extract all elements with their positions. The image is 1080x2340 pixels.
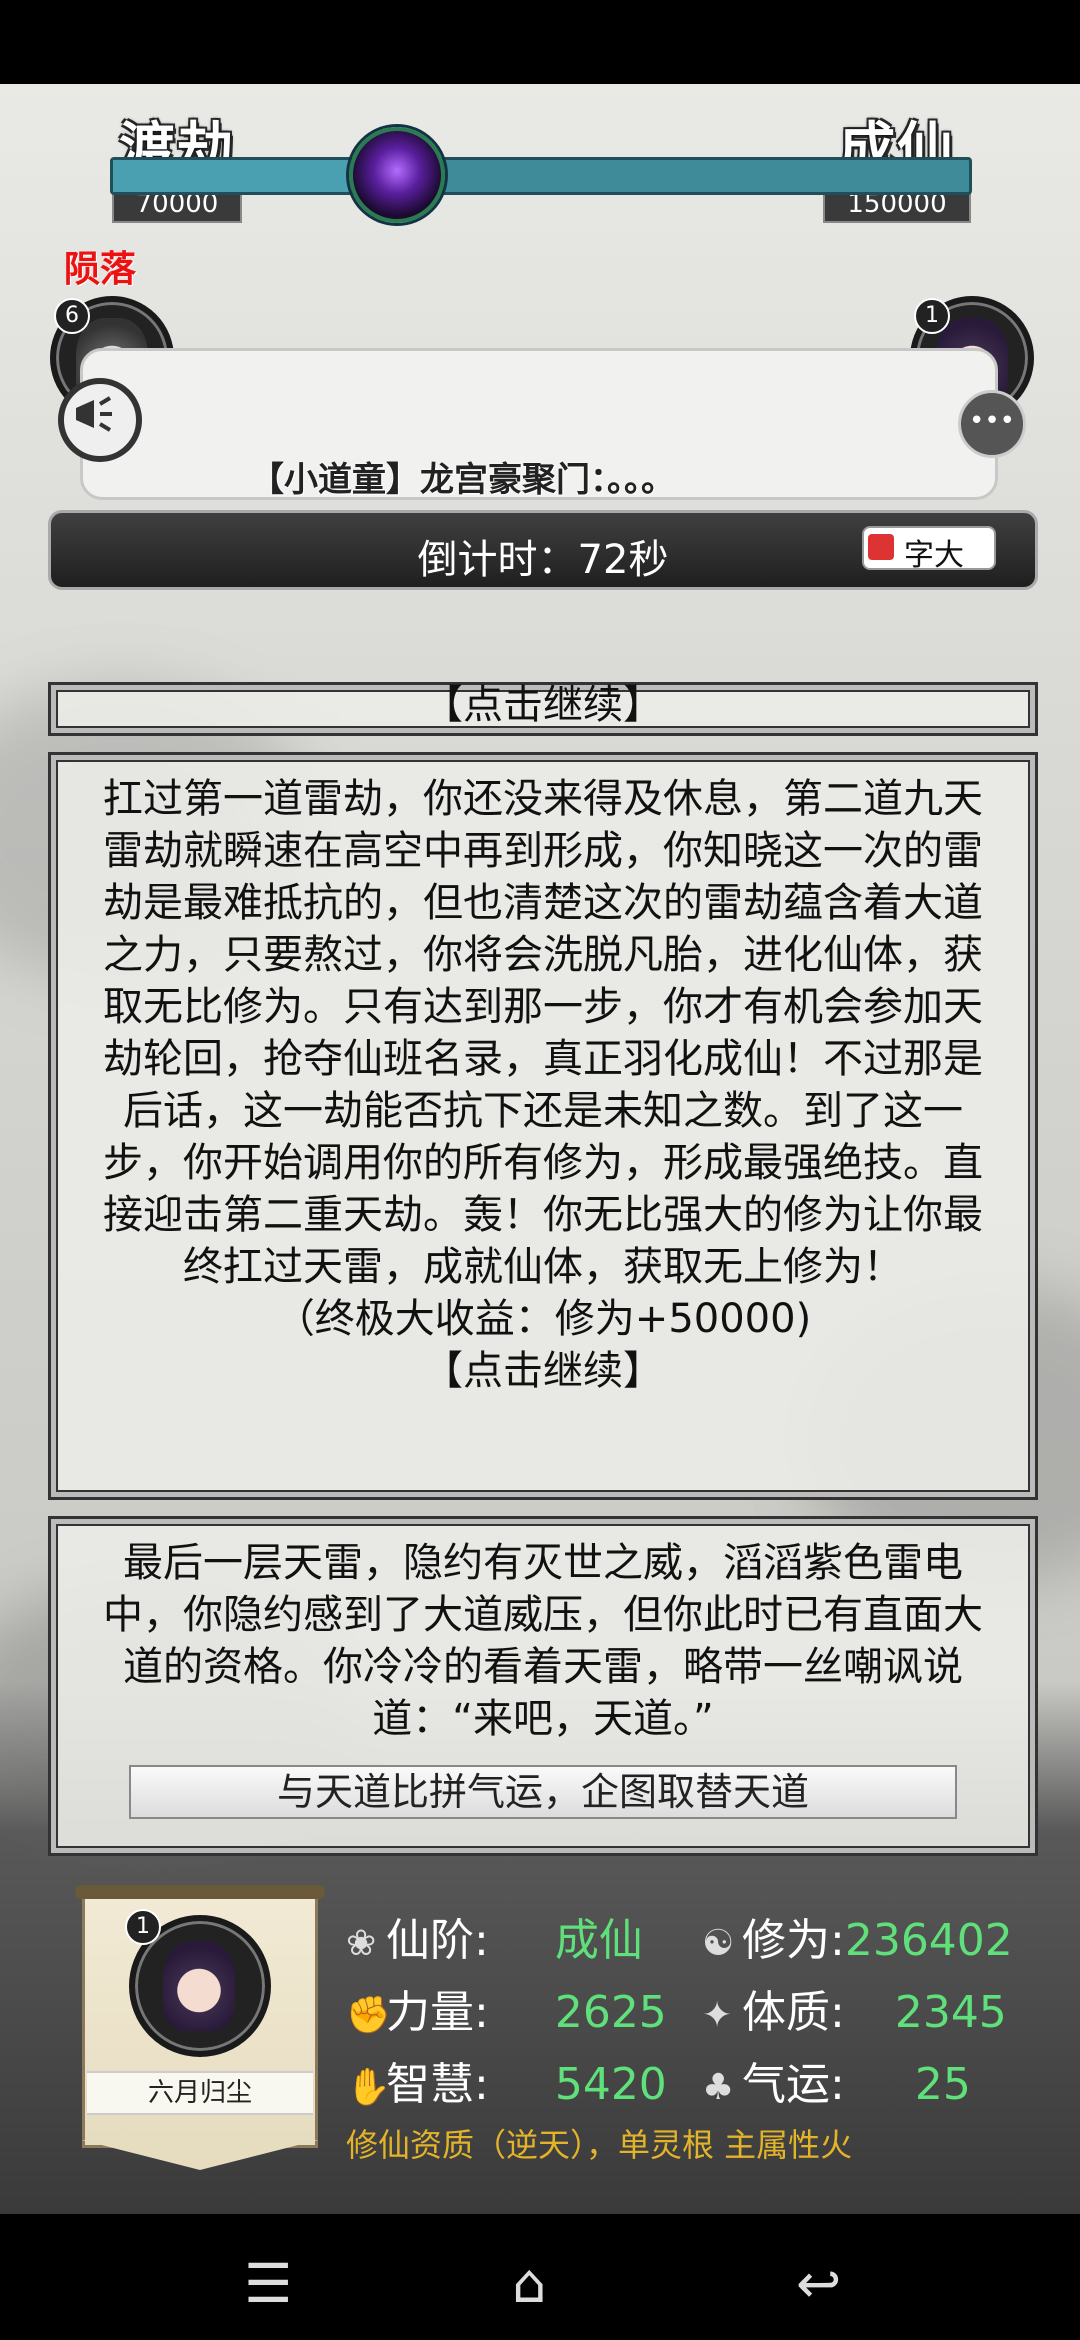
story-text: 扛过第一道雷劫，你还没来得及休息，第二道九天雷劫就瞬速在高空中再到形成，你知晓这… [103, 776, 983, 1290]
fallen-status: 陨落 [64, 249, 137, 290]
font-size-label: 字大 [904, 538, 964, 573]
story-text: 最后一层天雷，隐约有灭世之威，滔滔紫色雷电中，你隐约感到了大道威压，但你此时已有… [103, 1540, 983, 1742]
aptitude-text: 修仙资质（逆天），单灵根 主属性火 [346, 2126, 853, 2164]
menu-icon[interactable]: ☰ [244, 2252, 292, 2315]
wisdom-hand-icon: ✋ [346, 2067, 391, 2108]
scroll-tail [82, 2140, 318, 2170]
clover-icon: ♣ [702, 2067, 735, 2108]
continue-link[interactable]: 【点击继续】 [51, 685, 1035, 725]
broadcast-message: 【小道童】龙宫豪聚门：。。。 [250, 460, 675, 500]
megaphone-icon[interactable] [58, 378, 142, 462]
stat-cultivation: ☯ 修为:236402 [702, 1915, 1013, 1966]
continue-link[interactable]: 【点击继续】 [99, 1345, 987, 1397]
font-size-toggle[interactable]: 字大 [862, 526, 996, 573]
story-panel-main[interactable]: 扛过第一道雷劫，你还没来得及休息，第二道九天雷劫就瞬速在高空中再到形成，你知晓这… [48, 752, 1038, 1500]
stat-constitution: ✦ 体质: 2345 [702, 1987, 1007, 2038]
home-icon[interactable]: ⌂ [512, 2252, 546, 2315]
story-panel-previous[interactable]: 【点击继续】 [48, 682, 1038, 736]
choice-button[interactable]: 与天道比拼气运，企图取替天道 [129, 1765, 957, 1819]
profile-card[interactable]: 1 六月归尘 [75, 1885, 325, 2148]
profile-badge: 1 [125, 1909, 161, 1945]
stat-wisdom: ✋智慧: 5420 [346, 2059, 667, 2110]
right-player-badge: 1 [914, 298, 950, 334]
stat-strength: ✊力量: 2625 [346, 1987, 667, 2038]
chat-bubble-icon[interactable]: ••• [958, 390, 1026, 458]
reward-text: （终极大收益：修为+50000) [274, 1296, 812, 1342]
vortex-orb-icon [349, 127, 445, 223]
back-icon[interactable]: ↩ [796, 2252, 841, 2315]
body-icon: ✦ [702, 1995, 733, 2036]
realm-progress-bar [110, 157, 972, 195]
lotus-icon: ❀ [346, 1923, 377, 1964]
story-panel-final: 最后一层天雷，隐约有灭世之威，滔滔紫色雷电中，你隐约感到了大道威压，但你此时已有… [48, 1516, 1038, 1856]
left-player-badge: 6 [54, 298, 90, 334]
system-nav-bar: ☰ ⌂ ↩ [0, 2214, 1080, 2340]
stat-luck: ♣ 气运: 25 [702, 2059, 971, 2110]
profile-name: 六月归尘 [87, 2071, 313, 2115]
fist-icon: ✊ [346, 1995, 391, 2036]
yin-yang-icon: ☯ [702, 1923, 735, 1964]
progress-fill [113, 160, 353, 192]
stat-rank: ❀ 仙阶: 成仙 [346, 1915, 643, 1966]
